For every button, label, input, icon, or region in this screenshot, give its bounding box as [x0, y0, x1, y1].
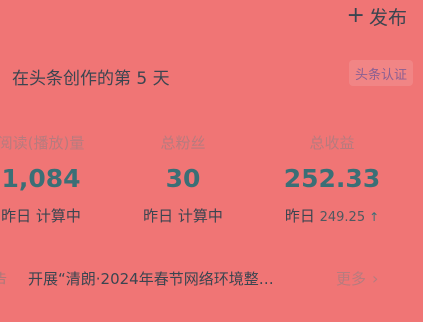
plus-icon: + — [346, 3, 365, 28]
more-link[interactable]: 更多 › — [336, 268, 378, 289]
stat-sub-followers: 昨日 计算中 — [143, 207, 223, 225]
stat-sub-earnings: 昨日 249.25 ↑ — [272, 205, 392, 226]
stat-sub-prefix: 昨日 — [284, 207, 315, 225]
badge-label: 头条认证 — [354, 67, 407, 83]
publish-label: 发布 — [368, 6, 407, 29]
chevron-right-icon: › — [372, 269, 379, 288]
stat-sub-yesterday-value: 249.25 — [319, 210, 366, 225]
stat-value-followers[interactable]: 30 — [124, 164, 242, 193]
toutiao-verified-badge[interactable]: 头条认证 — [348, 60, 413, 86]
stat-value-earnings[interactable]: 252.33 — [272, 164, 392, 193]
creator-days-text: 在头条创作的第 5 天 — [12, 69, 170, 89]
stat-label-followers: 总粉丝 — [160, 134, 206, 152]
announcement-text[interactable]: 开展“清朗·2024年春节网络环境整… — [28, 268, 318, 289]
announcement-icon: 告 — [0, 272, 8, 287]
publish-button[interactable]: + 发布 — [346, 3, 407, 29]
up-arrow-icon: ↑ — [369, 210, 380, 224]
more-label: 更多 — [336, 270, 367, 288]
stat-label-earnings: 总收益 — [309, 134, 355, 152]
stat-label-reads: 阅读(播放)量 — [0, 134, 85, 152]
stat-value-reads[interactable]: 1,084 — [0, 164, 100, 193]
stat-sub-reads: 昨日 计算中 — [1, 207, 81, 225]
